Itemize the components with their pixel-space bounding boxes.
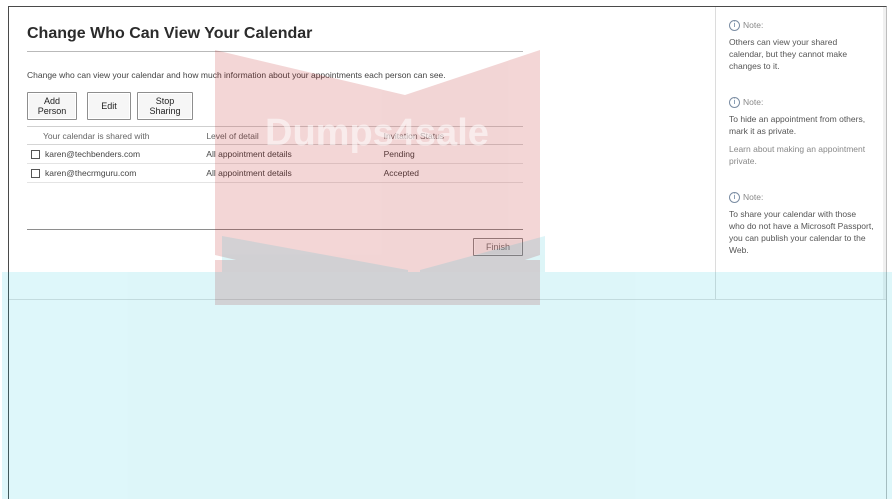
table-header: Your calendar is shared with Level of de… [27,127,523,145]
sidebar-scrollbar[interactable] [883,7,886,299]
finish-bar: Finish [27,238,523,256]
sidebar-divider [715,7,716,299]
page-description: Change who can view your calendar and ho… [27,70,446,80]
invitation-status: Pending [383,149,415,159]
table-row[interactable]: karen@techbenders.com All appointment de… [27,145,523,164]
row-checkbox[interactable] [31,168,40,178]
column-header-invitation-status[interactable]: Invitation Status [384,131,523,141]
finish-button[interactable]: Finish [473,238,523,256]
edit-button[interactable]: Edit [87,92,131,120]
content-divider [9,299,886,300]
page-title: Change Who Can View Your Calendar [27,25,523,52]
column-header-shared-with[interactable]: Your calendar is shared with [27,131,206,141]
main-panel: Change Who Can View Your Calendar Change… [27,25,527,256]
level-of-detail: All appointment details [206,168,292,178]
note-panel: i Note: Others can view your shared cale… [729,19,874,72]
note-label: Note: [743,20,764,30]
window-frame: Change Who Can View Your Calendar Change… [8,6,887,499]
sharing-table: Your calendar is shared with Level of de… [27,126,523,230]
column-header-level-of-detail[interactable]: Level of detail [206,131,383,141]
note-label: Note: [743,97,764,107]
note-text: To share your calendar with those who do… [729,209,874,255]
note-text: To hide an appointment from others, mark… [729,114,866,136]
toolbar: Add Person Edit Stop Sharing [27,92,527,120]
shared-with-email: karen@thecrmguru.com [45,168,137,178]
invitation-status: Accepted [383,168,420,178]
info-icon: i [729,191,740,203]
info-icon: i [729,96,740,108]
row-checkbox[interactable] [31,149,40,159]
stop-sharing-button[interactable]: Stop Sharing [137,92,193,120]
table-row[interactable]: karen@thecrmguru.com All appointment det… [27,164,523,183]
note-panel: i Note: To hide an appointment from othe… [729,96,874,167]
private-appointment-link[interactable]: Learn about making an appointment privat… [729,143,874,167]
note-label: Note: [743,192,764,202]
shared-with-email: karen@techbenders.com [45,149,141,159]
note-panel: i Note: To share your calendar with thos… [729,191,874,256]
add-person-button[interactable]: Add Person [27,92,77,120]
info-icon: i [729,19,740,31]
note-text: Others can view your shared calendar, bu… [729,37,848,71]
level-of-detail: All appointment details [206,149,292,159]
notes-sidebar: i Note: Others can view your shared cale… [729,19,874,280]
